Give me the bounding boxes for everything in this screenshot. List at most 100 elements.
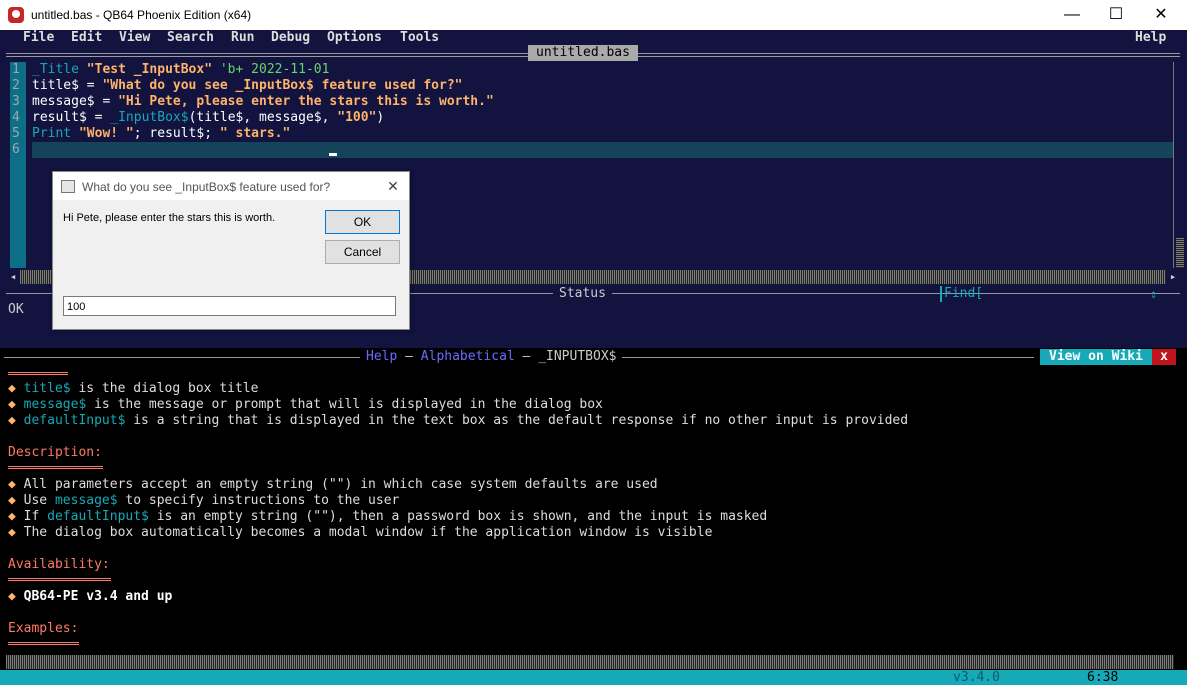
description-heading: Description: [8,445,102,460]
menu-view[interactable]: View [119,30,150,46]
dialog-window-icon [61,180,75,193]
dialog-title: What do you see _InputBox$ feature used … [82,180,331,194]
scroll-left-icon[interactable]: ◂ [6,270,20,284]
status-title: Status [553,286,612,302]
menu-run[interactable]: Run [231,30,254,46]
code-token: result$ = [32,110,111,125]
ok-button[interactable]: OK [325,210,400,234]
dialog-close-icon[interactable]: ✕ [383,177,403,195]
scroll-right-icon[interactable]: ▸ [1166,270,1180,284]
desc-text: is an empty string (""), then a password… [148,509,768,524]
window-title: untitled.bas - QB64 Phoenix Edition (x64… [31,8,252,22]
maximize-button[interactable]: ☐ [1093,0,1139,30]
line-number: 5 [12,126,20,141]
help-header: Help – Alphabetical – _INPUTBOX$ [360,349,623,365]
cursor-position: 6:38 [1087,670,1119,685]
code-token: message$ = [32,94,119,109]
availability-item: ◆ QB64-PE v3.4 and up [8,589,172,605]
find-label[interactable]: Find[ [944,286,983,302]
editor-scroll-thumb[interactable] [1176,238,1184,268]
header-separator: – [397,349,421,364]
param-text: is the dialog box title [70,381,259,396]
view-on-wiki-button[interactable]: View on Wiki [1040,349,1152,365]
line-number: 2 [12,78,20,93]
help-horizontal-scrollbar[interactable] [6,655,1174,669]
param-item: ◆ message$ is the message or prompt that… [8,397,603,413]
line-number: 3 [12,94,20,109]
code-token: 'b+ 2022-11-01 [212,62,330,77]
line-number: 1 [12,62,20,77]
description-item: ◆ The dialog box automatically becomes a… [8,525,712,541]
code-line[interactable]: message$ = "Hi Pete, please enter the st… [32,94,494,110]
desc-text: Use [23,493,55,508]
code-token: title$ = [32,78,103,93]
keyword-link[interactable]: message$ [24,397,87,412]
bullet-icon: ◆ [8,525,16,540]
description-item: ◆ All parameters accept an empty string … [8,477,658,493]
section-underline [8,466,103,469]
code-line[interactable]: result$ = _InputBox$(title$, message$, "… [32,110,384,126]
bullet-icon: ◆ [8,477,16,492]
help-vertical-scrollbar[interactable] [1175,365,1186,655]
bullet-icon: ◆ [8,413,16,428]
code-token: " stars." [219,126,291,141]
help-home-link[interactable]: Help [366,349,397,364]
code-token: "Test _InputBox" [86,62,213,77]
bullet-icon: ◆ [8,509,16,524]
version-label: v3.4.0 [953,670,1000,685]
help-topic: _INPUTBOX$ [538,349,617,364]
code-line[interactable]: _Title "Test _InputBox" 'b+ 2022-11-01 [32,62,329,78]
header-separator: – [514,349,539,364]
code-line[interactable]: Print "Wow! "; result$; " stars." [32,126,290,142]
menu-tools[interactable]: Tools [400,30,439,46]
keyword-link[interactable]: message$ [55,493,118,508]
qb64-app-icon [8,7,24,23]
inputbox-dialog: What do you see _InputBox$ feature used … [52,171,410,330]
menu-options[interactable]: Options [327,30,382,46]
bullet-icon: ◆ [8,589,16,604]
desc-text: The dialog box automatically becomes a m… [23,525,713,540]
code-token: ) [376,110,385,125]
keyword-link[interactable]: defaultInput$ [24,413,126,428]
section-underline [8,642,79,645]
menu-file[interactable]: File [23,30,54,46]
find-updown-icon[interactable]: ⇕ [1150,286,1157,302]
description-item: ◆ If defaultInput$ is an empty string ("… [8,509,767,525]
current-line-highlight [32,142,1176,158]
description-item: ◆ Use message$ to specify instructions t… [8,493,399,509]
availability-heading: Availability: [8,557,110,572]
menu-debug[interactable]: Debug [271,30,310,46]
code-token: Print [32,126,79,141]
bullet-icon: ◆ [8,397,16,412]
code-token: "Wow! " [78,126,134,141]
close-help-button[interactable]: x [1152,349,1176,365]
bullet-icon: ◆ [8,493,16,508]
dialog-message: Hi Pete, please enter the stars this is … [63,212,276,224]
section-underline [8,578,111,581]
desc-text: to specify instructions to the user [117,493,400,508]
keyword-link[interactable]: title$ [24,381,71,396]
cancel-button[interactable]: Cancel [325,240,400,264]
editor-file-tab: untitled.bas [528,45,638,61]
param-text: is a string that is displayed in the tex… [125,413,909,428]
window-titlebar: untitled.bas - QB64 Phoenix Edition (x64… [0,0,1187,30]
code-token: _Title [32,62,87,77]
close-window-button[interactable]: ✕ [1138,0,1184,30]
menu-search[interactable]: Search [167,30,214,46]
bottom-status-bar [0,670,1187,685]
dialog-input-field[interactable]: 100 [63,296,396,316]
desc-text: All parameters accept an empty string ("… [23,477,658,492]
code-token: ; result$; [133,126,220,141]
code-line[interactable]: title$ = "What do you see _InputBox$ fea… [32,78,462,94]
help-alphabetical-link[interactable]: Alphabetical [421,349,515,364]
menu-edit[interactable]: Edit [71,30,102,46]
availability-text: QB64-PE v3.4 and up [23,589,173,604]
text-cursor [329,153,337,156]
desc-text: If [23,509,48,524]
keyword-link[interactable]: defaultInput$ [47,509,149,524]
menu-help[interactable]: Help [1135,30,1166,46]
param-item: ◆ defaultInput$ is a string that is disp… [8,413,908,429]
code-token: "100" [337,110,377,125]
examples-heading: Examples: [8,621,79,636]
minimize-button[interactable]: — [1049,0,1095,30]
